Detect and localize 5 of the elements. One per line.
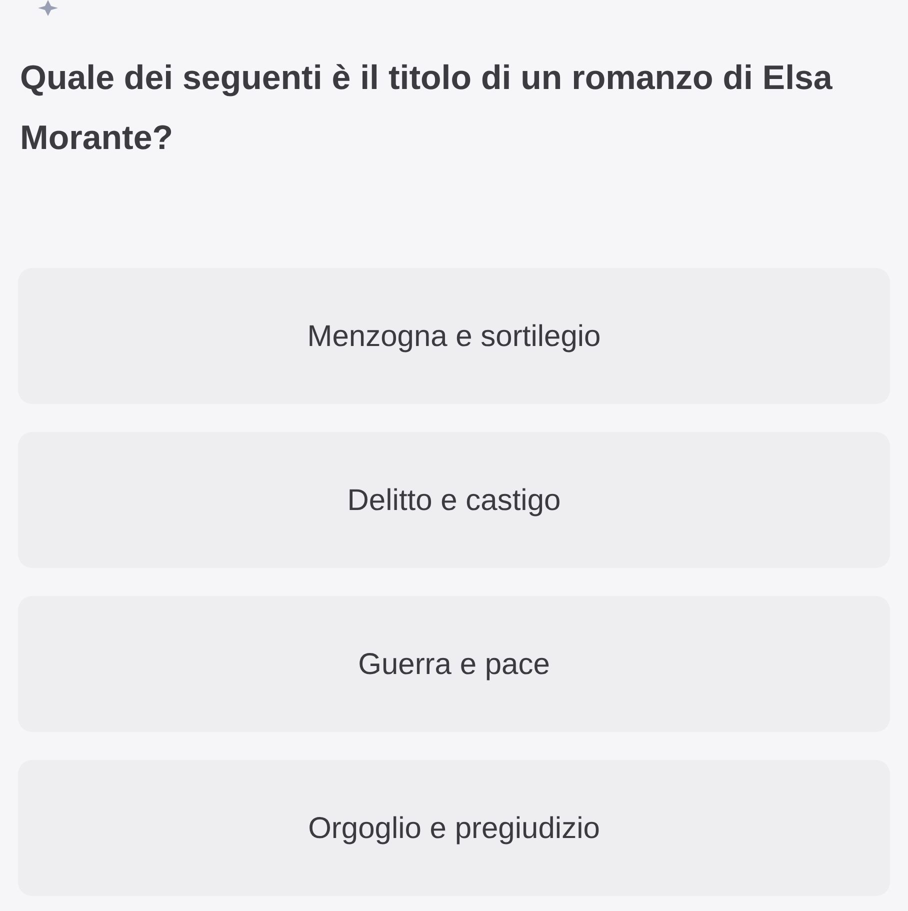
question-text: Quale dei seguenti è il titolo di un romanzo di Elsa Morante? [19,58,834,159]
answer-option[interactable]: Guerra e pace [18,596,890,732]
answer-option[interactable]: Menzogna e sortilegio [18,268,890,404]
answer-option[interactable]: Orgoglio e pregiudizio [18,760,890,896]
answer-option[interactable]: Delitto e castigo [18,432,890,568]
